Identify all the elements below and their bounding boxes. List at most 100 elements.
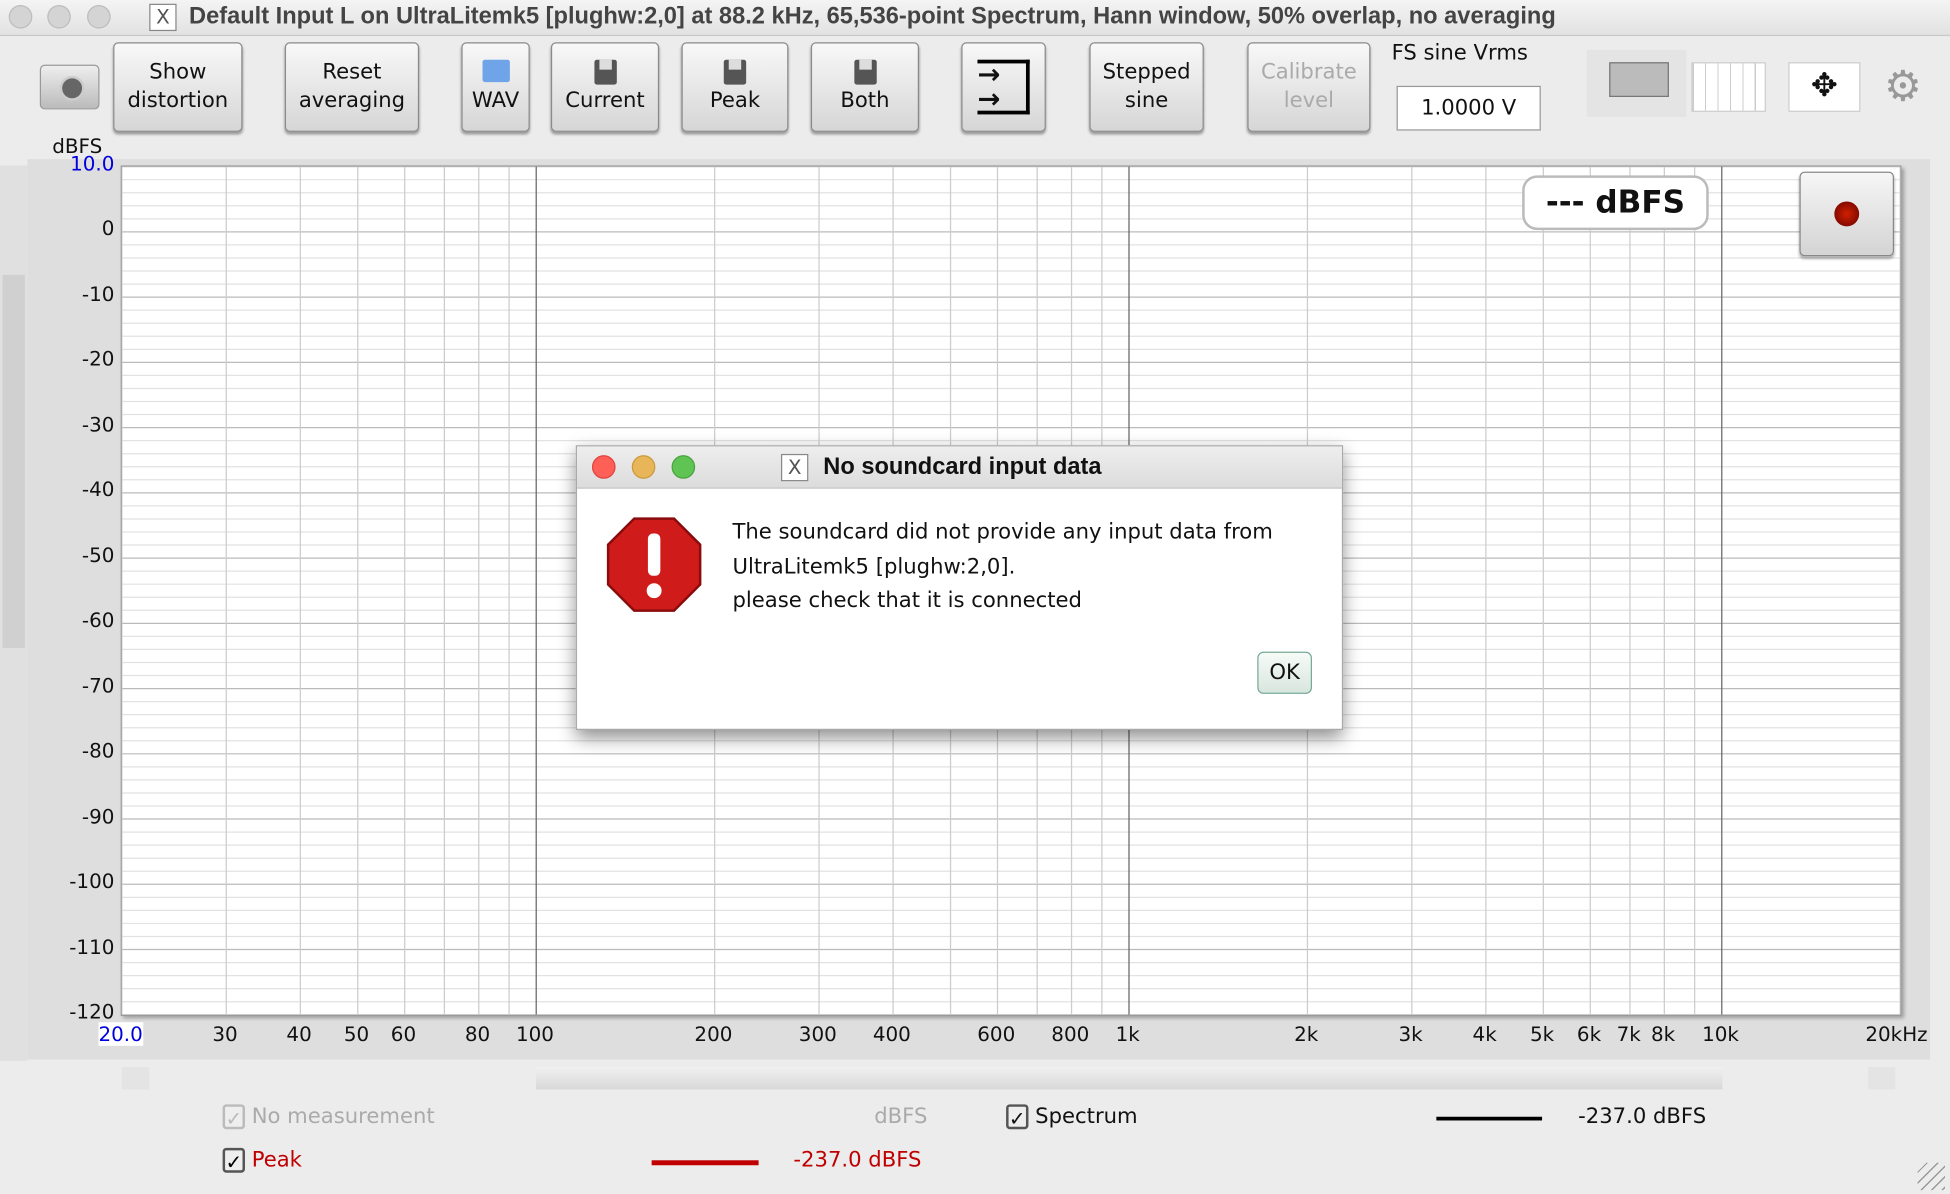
- y-tick-label: -120: [69, 999, 115, 1024]
- x-tick-label: 1k: [1115, 1022, 1140, 1046]
- save-peak-button[interactable]: Peak: [681, 42, 789, 132]
- label: Reset: [322, 59, 382, 85]
- x-tick-label: 10k: [1702, 1022, 1739, 1046]
- y-tick-label: -80: [81, 738, 115, 763]
- input-select-button[interactable]: → →: [961, 42, 1046, 132]
- x-tick-label: 6k: [1576, 1022, 1602, 1046]
- scroll-right-button[interactable]: [1867, 1067, 1896, 1090]
- no-measurement-checkbox[interactable]: ✓ No measurement: [222, 1104, 435, 1130]
- app-window: X Default Input L on UltraLitemk5 [plugh…: [0, 0, 1950, 1194]
- y-tick-label: -60: [81, 608, 115, 633]
- error-dialog: X No soundcard input data The soundcard …: [575, 445, 1344, 730]
- camera-icon[interactable]: [39, 64, 100, 110]
- dialog-close-button[interactable]: [591, 455, 616, 479]
- y-tick-label: -20: [81, 347, 115, 372]
- gear-icon[interactable]: ⚙: [1884, 62, 1922, 112]
- fs-vrms-input[interactable]: 1.0000 V: [1396, 85, 1541, 131]
- x-tick-label: 600: [977, 1022, 1016, 1046]
- label: Spectrum: [1035, 1104, 1138, 1130]
- x11-app-icon: X: [149, 3, 177, 32]
- dialog-minimize-button[interactable]: [631, 455, 656, 479]
- error-stop-icon: [606, 517, 702, 612]
- x-tick-label: 2k: [1294, 1022, 1319, 1046]
- show-distortion-button[interactable]: Show distortion: [113, 42, 243, 132]
- floppy-disk-icon: [723, 59, 747, 84]
- y-tick-label: -110: [69, 934, 115, 959]
- window-title: Default Input L on UltraLitemk5 [plughw:…: [189, 3, 1556, 30]
- x-tick-label: 200: [694, 1022, 733, 1046]
- label: WAV: [471, 87, 520, 113]
- dialog-message: The soundcard did not provide any input …: [732, 516, 1272, 619]
- import-arrow-icon: → →: [977, 59, 1030, 115]
- close-window-button[interactable]: [8, 4, 33, 29]
- label: Stepped: [1102, 59, 1191, 85]
- y-tick-label: -50: [81, 543, 115, 567]
- x-tick-label: 300: [798, 1022, 837, 1046]
- scroll-left-button[interactable]: [121, 1067, 150, 1090]
- resize-grip-icon[interactable]: [1917, 1162, 1945, 1191]
- minimize-window-button[interactable]: [47, 4, 71, 29]
- x-tick-label: 5k: [1529, 1022, 1555, 1046]
- x-tick-label: 8k: [1650, 1022, 1676, 1046]
- x-tick-label: 400: [872, 1022, 911, 1046]
- x-tick-label: 100: [515, 1022, 554, 1046]
- vertical-scrollbar[interactable]: [0, 165, 28, 1061]
- x-tick-label: 3k: [1398, 1022, 1423, 1046]
- label: averaging: [298, 88, 406, 114]
- label: Calibrate: [1260, 59, 1357, 85]
- x11-app-icon: X: [780, 453, 809, 482]
- label: Both: [840, 87, 890, 113]
- save-both-button[interactable]: Both: [810, 42, 920, 132]
- checkbox[interactable]: ✓: [222, 1147, 245, 1174]
- x-tick-label: 60: [390, 1022, 417, 1046]
- title-bar: X Default Input L on UltraLitemk5 [plugh…: [0, 0, 1950, 37]
- spectrum-checkbox[interactable]: ✓ Spectrum: [1006, 1104, 1138, 1130]
- label: level: [1283, 88, 1335, 114]
- y-tick-label: -100: [69, 869, 115, 893]
- peak-checkbox[interactable]: ✓ Peak: [222, 1147, 302, 1174]
- stepped-sine-button[interactable]: Stepped sine: [1089, 42, 1204, 132]
- record-button[interactable]: [1799, 171, 1895, 257]
- zoom-window-button[interactable]: [87, 4, 111, 29]
- dialog-title-bar: X No soundcard input data: [577, 446, 1342, 489]
- folder-icon: [481, 59, 510, 82]
- fs-sine-vrms-label: FS sine Vrms: [1391, 41, 1528, 66]
- horizontal-scrollbar-thumb[interactable]: [535, 1067, 1723, 1090]
- reset-averaging-button[interactable]: Reset averaging: [284, 42, 420, 132]
- x-tick-label: 20kHz: [1865, 1022, 1928, 1046]
- label: distortion: [127, 88, 229, 114]
- y-tick-label: -30: [81, 412, 115, 437]
- label: Peak: [709, 87, 761, 113]
- y-tick-label: 10.0: [70, 151, 115, 176]
- checkbox[interactable]: ✓: [1006, 1104, 1029, 1130]
- layout-toggle-icon[interactable]: [1586, 49, 1687, 117]
- calibrate-level-button[interactable]: Calibrate level: [1247, 42, 1371, 132]
- label: Show: [149, 59, 207, 85]
- wav-button[interactable]: WAV: [461, 42, 530, 132]
- x-tick-label: 40: [286, 1022, 312, 1046]
- record-icon: [1834, 201, 1860, 227]
- label: sine: [1124, 88, 1169, 114]
- save-current-button[interactable]: Current: [550, 42, 660, 132]
- spectrum-value: -237.0 dBFS: [1578, 1104, 1707, 1130]
- peak-value: -237.0 dBFS: [793, 1147, 922, 1173]
- y-tick-label: -90: [81, 804, 115, 828]
- ok-button[interactable]: OK: [1257, 651, 1312, 694]
- x-tick-label: 4k: [1472, 1022, 1497, 1046]
- floppy-disk-icon: [853, 59, 877, 84]
- spectrum-line-swatch: [1436, 1116, 1543, 1121]
- x-tick-label: 20.0: [98, 1022, 143, 1046]
- x-tick-label: 7k: [1616, 1022, 1641, 1046]
- columns-icon[interactable]: [1691, 62, 1766, 112]
- move-arrows-icon[interactable]: ✥: [1788, 62, 1861, 112]
- message-line: The soundcard did not provide any input …: [732, 519, 1273, 545]
- x-tick-label: 80: [464, 1022, 491, 1046]
- checkbox[interactable]: ✓: [222, 1104, 245, 1130]
- peak-line-swatch: [651, 1160, 759, 1166]
- x-tick-label: 50: [343, 1022, 370, 1046]
- message-line: please check that it is connected: [732, 588, 1082, 614]
- x-tick-label: 800: [1051, 1022, 1090, 1046]
- floppy-disk-icon: [593, 59, 617, 84]
- y-tick-label: -10: [81, 282, 115, 306]
- dialog-zoom-button[interactable]: [671, 455, 696, 479]
